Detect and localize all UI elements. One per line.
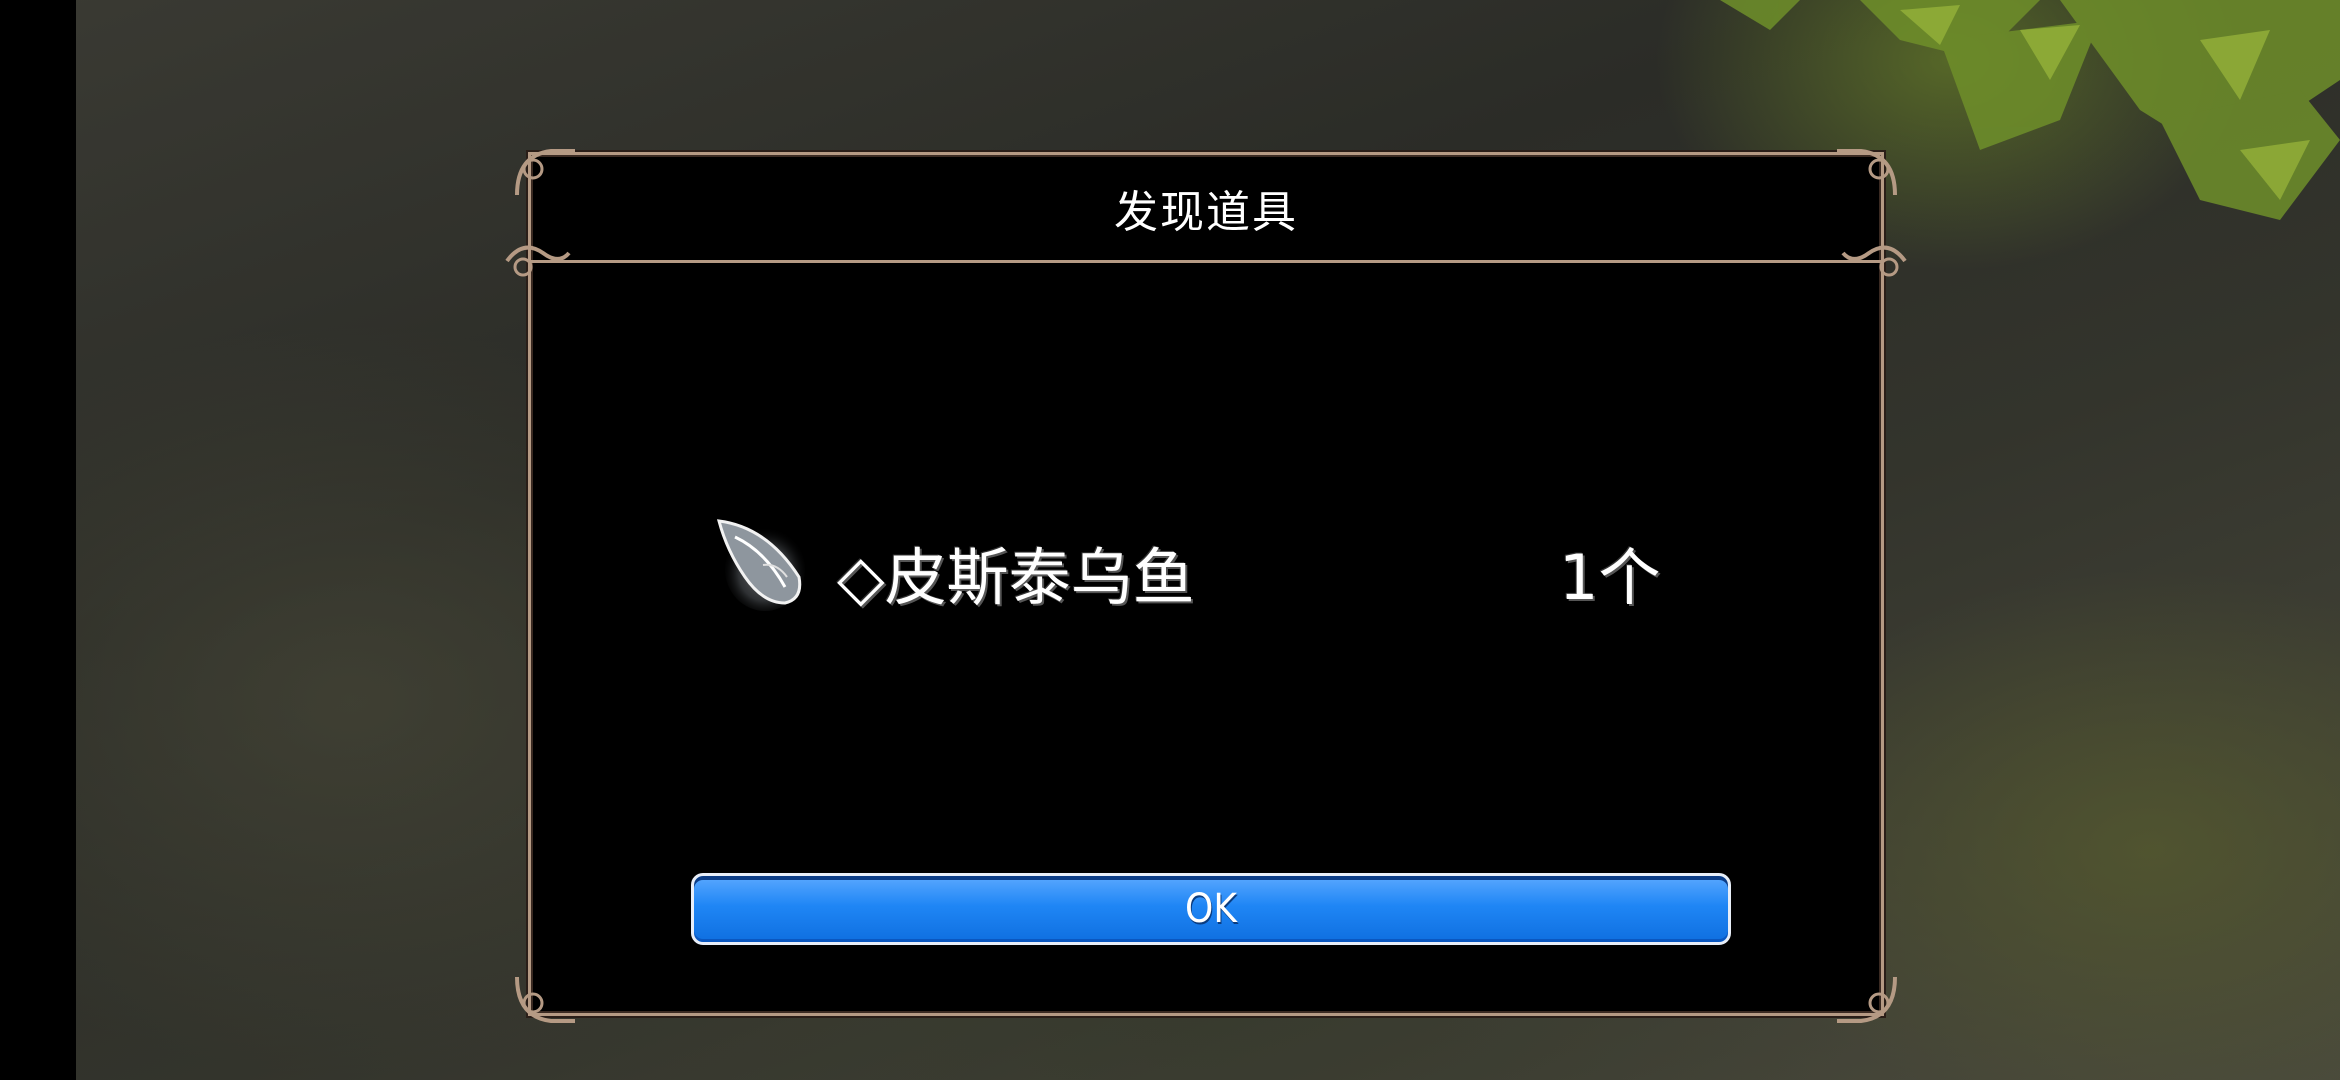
dialog-title: 发现道具 [1114, 186, 1298, 238]
dialog-title-bar: 发现道具 [531, 155, 1881, 263]
crystal-shard-icon [716, 519, 805, 611]
ornament-corner-icon [515, 149, 575, 196]
ornament-corner-icon [1841, 245, 1907, 277]
item-found-dialog: 发现道具 ◇皮斯泰乌鱼 1个 OK [505, 149, 1907, 1023]
ornament-corner-icon [515, 976, 575, 1023]
item-quantity: 1个 [1559, 541, 1661, 614]
ornament-corner-icon [505, 245, 571, 277]
screen-edge-bar [0, 0, 76, 1080]
game-scene-background: 发现道具 ◇皮斯泰乌鱼 1个 OK [0, 0, 2340, 1080]
item-name: ◇皮斯泰乌鱼 [837, 541, 1195, 614]
ornament-corner-icon [1837, 149, 1897, 196]
ok-button[interactable]: OK [691, 873, 1731, 945]
found-item-row: ◇皮斯泰乌鱼 1个 [707, 507, 1707, 617]
ok-button-label: OK [1185, 886, 1237, 932]
ornament-corner-icon [1837, 976, 1897, 1023]
